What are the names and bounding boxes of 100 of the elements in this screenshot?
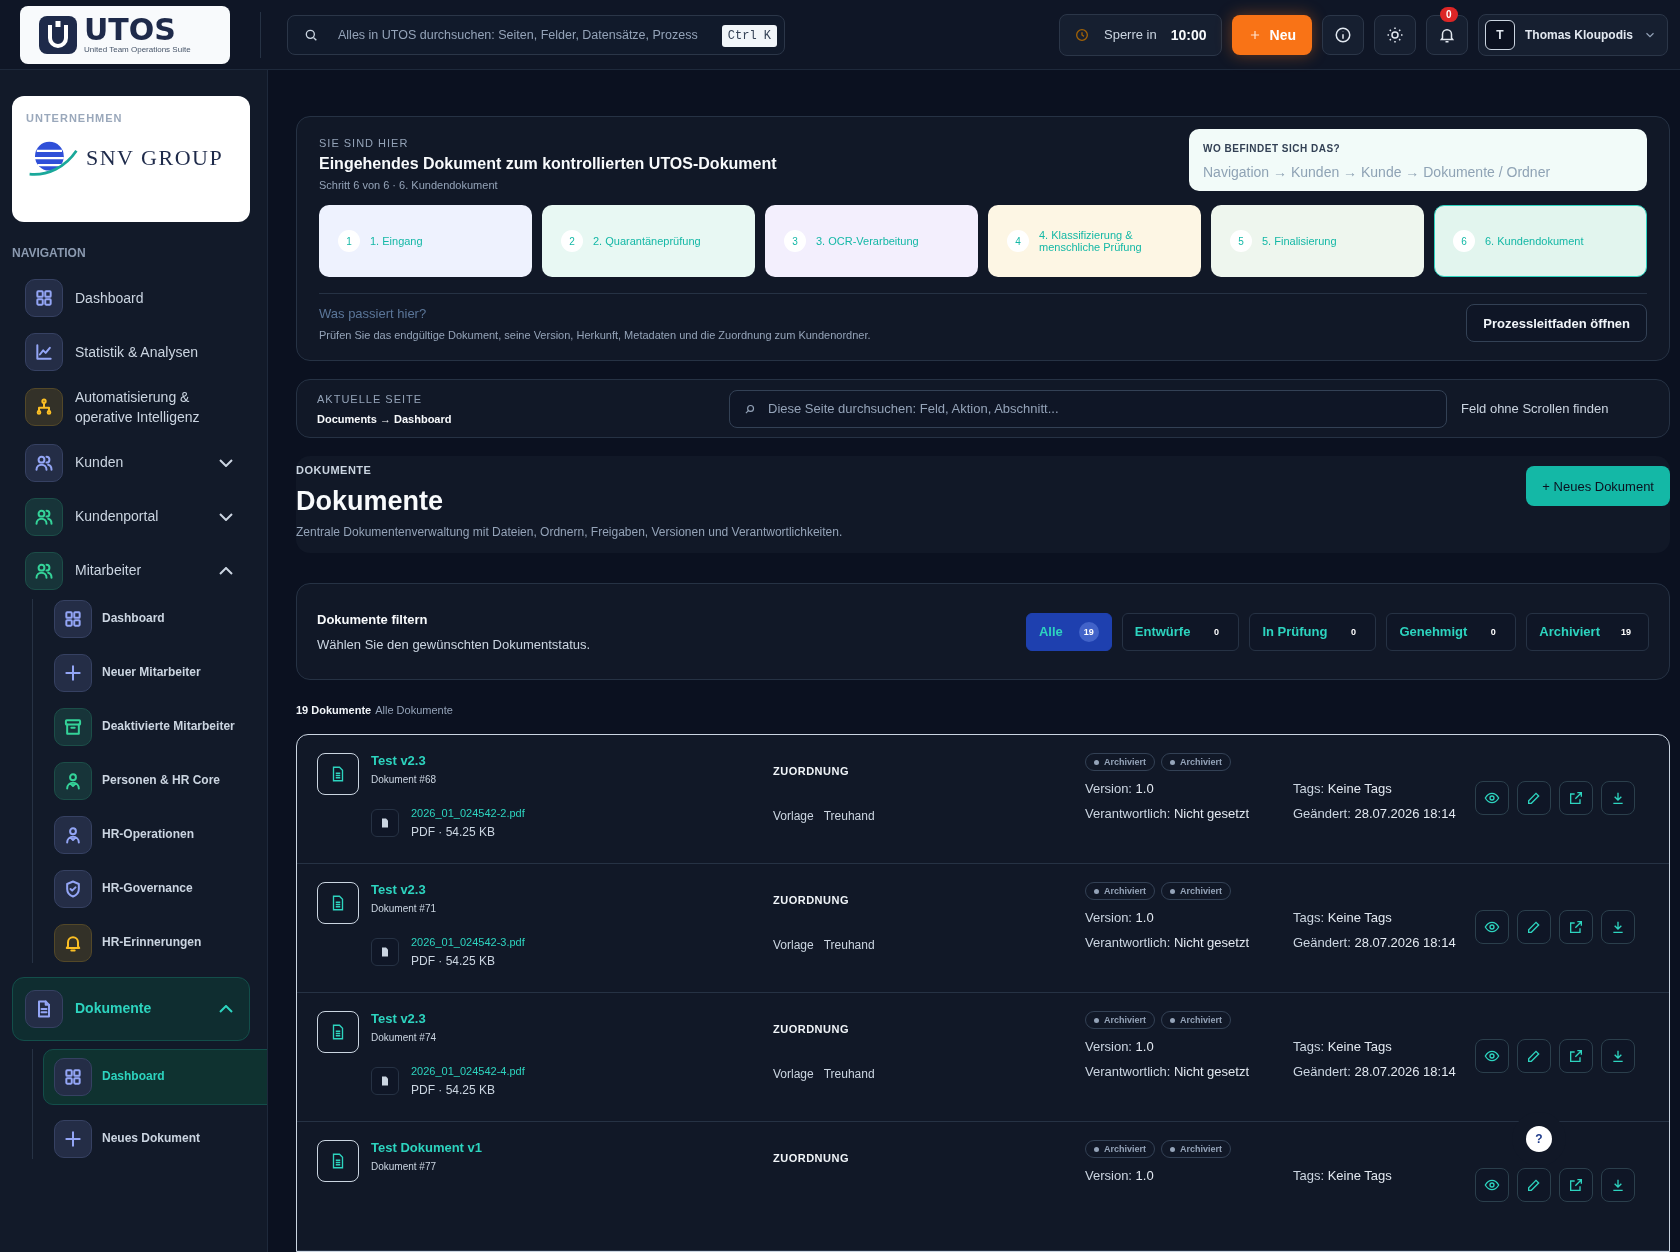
assignment-text: Vorlage [773,1067,814,1081]
lock-label: Sperre in [1104,27,1157,42]
document-number: Dokument #71 [371,903,437,914]
open-external-button[interactable] [1559,1168,1593,1202]
submenu-item[interactable]: Dashboard [43,1048,267,1105]
theme-toggle-button[interactable] [1374,14,1416,55]
logo-subtitle: United Team Operations Suite [84,45,191,54]
assignment-text: Treuhand [823,809,875,823]
nav-item[interactable]: Automatisierung & operative Intelligenz [12,386,250,429]
edit-button[interactable] [1517,910,1551,944]
eye-icon [1484,790,1500,806]
step-number: 3 [784,230,806,252]
logo-title: UTOS [84,15,177,45]
download-icon [1610,919,1626,935]
chevron-up-icon [219,1004,233,1013]
page-search-field[interactable]: Diese Seite durchsuchen: Feld, Aktion, Abschnitt... [729,389,1447,428]
status-filter-tab[interactable]: Entwürfe 0 [1121,612,1240,651]
nav-item[interactable]: Kunden [12,442,250,483]
assignment-heading: ZUORDNUNG [773,1023,850,1035]
submenu-item[interactable]: Neuer Mitarbeiter [43,652,267,693]
submenu-item[interactable]: Personen & HR Core [43,760,267,801]
submenu-item[interactable]: Dashboard [43,598,267,639]
count-label: 0 [1349,625,1357,639]
file-link[interactable]: 2026_01_024542-3.pdf [411,936,525,948]
nav-item[interactable]: Dashboard [12,278,250,318]
eye-icon [1484,919,1500,935]
logo-mark-icon [38,14,78,55]
open-external-button[interactable] [1559,1039,1593,1073]
submenu-item[interactable]: Neues Dokument [43,1118,267,1159]
document-title[interactable]: Test v2.3 [371,882,437,897]
meta-field: Version: 1.0 [1085,1039,1293,1054]
info-button[interactable] [1322,14,1364,55]
breadcrumb: Documents → Dashboard [317,412,453,425]
open-external-button[interactable] [1559,781,1593,815]
meta-field: Tags: Keine Tags [1293,910,1475,925]
logo[interactable]: UTOS United Team Operations Suite [20,5,230,64]
filter-title: Dokumente filtern [317,611,429,627]
edit-button[interactable] [1517,781,1551,815]
submenu-item[interactable]: HR-Operationen [43,814,267,855]
filter-label: Archiviert [1539,624,1600,640]
view-button[interactable] [1475,910,1509,944]
filter-label: Entwürfe [1134,624,1191,640]
user-avatar: T [1485,19,1515,50]
new-document-button[interactable]: + Neues Dokument [1526,466,1670,507]
filter-label: Genehmigt [1399,624,1468,640]
search-hint: Feld ohne Scrollen finden [1461,401,1609,417]
submenu-item[interactable]: HR-Governance [43,868,267,909]
notification-count: 0 [1440,6,1458,22]
sun-icon [1386,25,1404,44]
meta-field: Verantwortlich: Nicht gesetzt [1085,1064,1293,1079]
section-label: AKTUELLE SEITE [317,392,424,405]
file-meta: PDF · 54.25 KB [411,825,497,839]
view-button[interactable] [1475,1168,1509,1202]
edit-button[interactable] [1517,1039,1551,1073]
count-label: 0 [1489,625,1497,639]
nav-item[interactable]: Statistik & Analysen [12,332,250,372]
company-name: SNV GROUP [86,145,224,171]
filter-label: Alle [1038,624,1063,640]
user-menu[interactable]: T Thomas Kloupodis [1478,13,1668,56]
process-description: Prüfen Sie das endgültige Dokument, seine Version, Herkunft, Metadaten und die Zuordnung zum Kundenordner. [319,328,871,341]
status-filter-tab[interactable]: Genehmigt 0 [1386,612,1517,651]
info-icon [1334,25,1352,44]
nav-item[interactable]: Dokumente [12,976,250,1041]
download-icon [1610,1048,1626,1064]
submenu-item[interactable]: HR-Erinnerungen [43,922,267,963]
download-button[interactable] [1601,1168,1635,1202]
submenu-item[interactable]: Deaktivierte Mitarbeiter [43,706,267,747]
step-number: 4 [1007,230,1029,252]
download-button[interactable] [1601,1039,1635,1073]
nav-item[interactable]: Kundenportal [12,496,250,537]
status-filter-tab[interactable]: Alle 19 [1025,612,1112,651]
file-meta: PDF · 54.25 KB [411,1083,497,1097]
document-title[interactable]: Test v2.3 [371,1011,437,1026]
document-number: Dokument #77 [371,1161,438,1172]
edit-button[interactable] [1517,1168,1551,1202]
view-button[interactable] [1475,781,1509,815]
download-button[interactable] [1601,781,1635,815]
download-button[interactable] [1601,910,1635,944]
guide-button[interactable]: Prozessleitfaden öffnen [1466,304,1647,342]
file-link[interactable]: 2026_01_024542-4.pdf [411,1065,525,1077]
nav-item[interactable]: Mitarbeiter [12,550,250,591]
open-external-button[interactable] [1559,910,1593,944]
eye-icon [1484,1048,1500,1064]
meta-field: Tags: Keine Tags [1293,1168,1475,1183]
file-icon [379,946,391,958]
meta-field: Geändert: 28.07.2026 18:14 [1293,1064,1475,1079]
document-title[interactable]: Test Dokument v1 [371,1140,482,1155]
file-meta: PDF · 54.25 KB [411,954,497,968]
step-info: Schritt 6 von 6 · 6. Kundendokument [319,179,499,191]
view-button[interactable] [1475,1039,1509,1073]
file-link[interactable]: 2026_01_024542-2.pdf [411,807,525,819]
assignment-text: Treuhand [823,938,875,952]
document-title[interactable]: Test v2.3 [371,753,437,768]
external-link-icon [1568,1048,1584,1064]
chevron-up-icon [219,566,233,575]
location-path: Navigation → Kunden → Kunde → Dokumente / Ordner [1203,164,1552,180]
status-filter-tab[interactable]: Archiviert 19 [1526,612,1649,651]
location-label: WO BEFINDET SICH DAS? [1203,143,1342,154]
meta-field: Version: 1.0 [1085,1168,1293,1183]
status-filter-tab[interactable]: In Prüfung 0 [1249,612,1377,651]
